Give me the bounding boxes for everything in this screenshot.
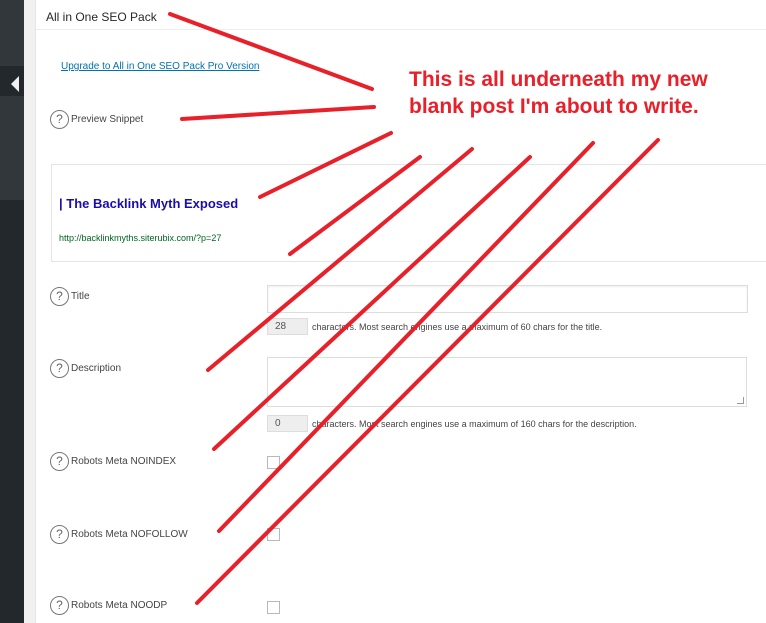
help-icon[interactable]: ? bbox=[50, 596, 69, 615]
title-row: ? Title bbox=[50, 287, 90, 306]
panel-title[interactable]: All in One SEO Pack bbox=[36, 0, 766, 30]
robots-noodp-label: Robots Meta NOODP bbox=[71, 600, 168, 611]
upgrade-link[interactable]: Upgrade to All in One SEO Pack Pro Versi… bbox=[61, 61, 259, 72]
help-icon[interactable]: ? bbox=[50, 452, 69, 471]
snippet-url: http://backlinkmyths.siterubix.com/?p=27 bbox=[59, 233, 222, 243]
title-input[interactable] bbox=[267, 285, 748, 313]
robots-noindex-label: Robots Meta NOINDEX bbox=[71, 456, 177, 467]
robots-nofollow-row: ? Robots Meta NOFOLLOW bbox=[50, 525, 188, 544]
resize-grip-icon[interactable] bbox=[737, 397, 744, 404]
description-char-note: characters. Most search engines use a ma… bbox=[312, 419, 637, 429]
title-label: Title bbox=[71, 291, 90, 302]
preview-snippet-label: Preview Snippet bbox=[71, 114, 144, 125]
robots-noodp-row: ? Robots Meta NOODP bbox=[50, 596, 167, 615]
preview-snippet-row: ? Preview Snippet bbox=[50, 110, 143, 129]
title-char-note: characters. Most search engines use a ma… bbox=[312, 322, 603, 332]
admin-menu-block bbox=[0, 96, 24, 200]
robots-noindex-row: ? Robots Meta NOINDEX bbox=[50, 452, 176, 471]
description-textarea[interactable] bbox=[267, 357, 747, 407]
current-menu-arrow-icon bbox=[11, 76, 19, 92]
robots-noodp-checkbox[interactable] bbox=[267, 601, 280, 614]
title-char-counter: 28 bbox=[267, 318, 308, 335]
annotation-text: This is all underneath my new blank post… bbox=[409, 68, 708, 118]
help-icon[interactable]: ? bbox=[50, 287, 69, 306]
admin-menu-block bbox=[0, 0, 24, 66]
admin-sidebar bbox=[0, 0, 24, 623]
snippet-title: | The Backlink Myth Exposed bbox=[59, 196, 239, 211]
description-row: ? Description bbox=[50, 359, 121, 378]
robots-nofollow-checkbox[interactable] bbox=[267, 528, 280, 541]
robots-nofollow-label: Robots Meta NOFOLLOW bbox=[71, 529, 188, 540]
preview-snippet-box: | The Backlink Myth Exposed http://backl… bbox=[51, 164, 766, 262]
description-char-counter: 0 bbox=[267, 415, 308, 432]
help-icon[interactable]: ? bbox=[50, 359, 69, 378]
help-icon[interactable]: ? bbox=[50, 110, 69, 129]
robots-noindex-checkbox[interactable] bbox=[267, 456, 280, 469]
help-icon[interactable]: ? bbox=[50, 525, 69, 544]
description-label: Description bbox=[71, 363, 122, 374]
